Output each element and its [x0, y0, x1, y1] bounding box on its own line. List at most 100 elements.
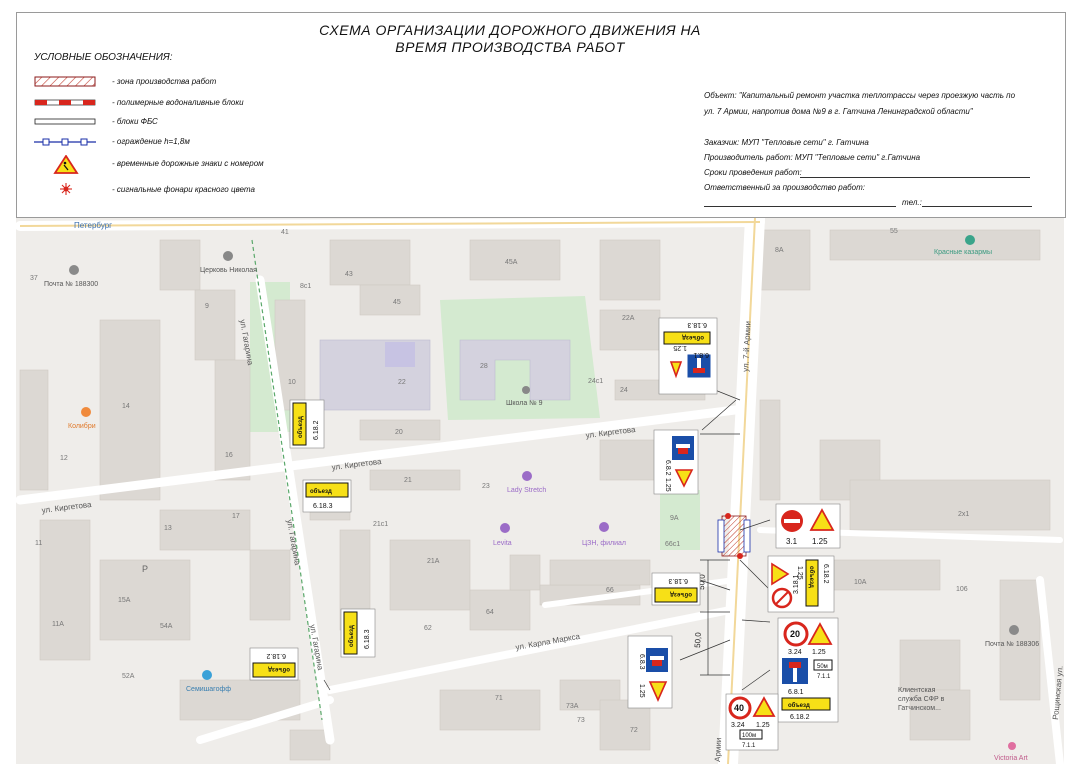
sign-50m: 50м [817, 664, 828, 670]
church-icon [223, 251, 233, 261]
house-number: 37 [30, 275, 38, 282]
house-number: 71 [495, 695, 503, 702]
house-number: 43 [345, 271, 353, 278]
city-peterburg: Петербург [74, 221, 112, 230]
poi-kazarmy: Красные казармы [934, 249, 992, 256]
customer-line: Заказчик: МУП "Тепловые сети" г. Гатчина [704, 138, 869, 147]
poi-sfr-3: Гатчинском... [898, 705, 941, 712]
red-lamp-icon [737, 553, 743, 559]
sign-panel-6-8-3: 6.8.3 1.25 [627, 635, 673, 709]
house-number: 8с1 [300, 283, 311, 290]
sign-6-18-3: 6.18.3 [364, 629, 371, 649]
roadworks-sign-icon [53, 155, 79, 174]
school-annex [385, 342, 415, 367]
house-number: 9А [670, 515, 679, 522]
title-line-1: СХЕМА ОРГАНИЗАЦИИ ДОРОЖНОГО ДВИЖЕНИЯ НА [319, 22, 701, 38]
house-number: 21 [404, 477, 412, 484]
sign-1-25: 1.25 [673, 344, 687, 351]
poi-levita: Levita [493, 540, 512, 547]
sign-1-25: 1.25 [756, 722, 770, 729]
sign-panel-3-24-20: 20 3.24 1.25 50м 7.1.1 6.8.1 объезд 6.18… [777, 617, 839, 723]
sign-panel-3-1: 3.1 1.25 [775, 503, 841, 549]
sign-6-18-2: 6.18.2 [313, 420, 320, 440]
semishagoff-icon [202, 670, 212, 680]
lady-stretch-icon [522, 471, 532, 481]
post-icon [69, 265, 79, 275]
map-canvas[interactable]: ул. 7-й Армии Армии ул. Киргетова ул. Ки… [16, 218, 1064, 764]
house-number: 22А [622, 315, 635, 322]
dim-50-2: 50,0 [693, 632, 703, 649]
object-line-1: Объект: "Капитальный ремонт участка тепл… [704, 91, 1016, 100]
object-line-2: ул. 7 Армии, напротив дома №9 в г. Гатчи… [704, 107, 973, 116]
sign-obezd-text: объезд [808, 566, 815, 588]
title-line-2: ВРЕМЯ ПРОИЗВОДСТВА РАБОТ [395, 39, 625, 55]
red-lamp-icon [725, 513, 731, 519]
sign-6-18-2: 6.18.2 [822, 564, 829, 584]
legend-item-signs: - временные дорожные знаки с номером [34, 155, 334, 175]
sign-6-8-1: 6.8.1 [693, 351, 709, 358]
sign-obezd-text: объезд [310, 488, 332, 495]
house-number: 10 [288, 379, 296, 386]
water-blocks-icon [34, 99, 96, 106]
legend-heading: УСЛОВНЫЕ ОБОЗНАЧЕНИЯ: [34, 52, 173, 63]
responsible-underline [704, 206, 896, 207]
sign-6-18-3: 6.18.3 [687, 321, 707, 328]
house-number: 17 [232, 513, 240, 520]
victoria-icon [1008, 742, 1016, 750]
house-number: 12 [60, 455, 68, 462]
legend-item-work-zone: - зона производства работ [34, 76, 334, 90]
sign-panel-3-18-1: 3.18.1 1.25 объезд 6.18.2 [767, 555, 835, 613]
sign-7-1-1: 7.1.1 [817, 674, 831, 680]
sign-6-18-2: 6.18.2 [790, 714, 810, 721]
fbs-block-icon [34, 118, 96, 125]
dates-underline [800, 177, 1030, 178]
house-number: 22 [398, 379, 406, 386]
house-number: 72 [630, 727, 638, 734]
poi-victoria: Victoria Art [994, 755, 1028, 762]
sign-3-24: 3.24 [788, 649, 802, 656]
phone-underline [922, 206, 1032, 207]
house-number: 54А [160, 623, 173, 630]
sign-6-18-3: 6.18.3 [668, 577, 688, 584]
house-number: 24 [620, 387, 628, 394]
sign-obezd-text: объезд [297, 416, 304, 438]
house-number: 66с1 [665, 541, 680, 548]
levita-icon [500, 523, 510, 533]
house-number: 55 [890, 228, 898, 235]
poi-school: Школа № 9 [506, 400, 543, 407]
poi-sfr-2: служба СФР в [898, 695, 945, 703]
house-number: 11А [52, 621, 64, 628]
house-number: 73 [577, 717, 585, 724]
sign-1-25: 1.25 [812, 649, 826, 656]
house-number: 45 [393, 299, 401, 306]
work-zone [717, 513, 751, 559]
house-number: 11 [35, 540, 42, 547]
sign-speed-20: 20 [790, 629, 800, 639]
sign-6-8-1: 6.8.1 [788, 689, 804, 696]
czn-icon [599, 522, 609, 532]
house-number: 20 [395, 429, 403, 436]
street-7-army-bottom: Армии [713, 737, 723, 762]
responsible-line: Ответственный за производство работ: [704, 183, 866, 192]
house-number: 15А [118, 597, 131, 604]
house-number: 21А [427, 558, 440, 565]
sign-1-25: 1.25 [638, 684, 645, 698]
sign-obezd-text: объезд [268, 666, 290, 673]
sign-6-18-3: 6.18.3 [313, 503, 333, 510]
dates-line: Сроки проведения работ: [704, 168, 802, 177]
house-number: 2х1 [958, 511, 969, 518]
page-title: СХЕМА ОРГАНИЗАЦИИ ДОРОЖНОГО ДВИЖЕНИЯ НА … [300, 22, 720, 56]
sign-6-8-2: 6.8.2 [664, 460, 671, 476]
house-number: 24с1 [588, 378, 603, 385]
sign-3-24: 3.24 [731, 722, 745, 729]
school-icon [522, 386, 530, 394]
legend-text: - блоки ФБС [112, 117, 158, 126]
house-number: 28 [480, 363, 488, 370]
sign-panel-6-8-2: 6.8.2 1.25 [653, 429, 699, 495]
contractor-line: Производитель работ: МУП "Тепловые сети"… [704, 153, 921, 162]
legend-text: - сигнальные фонари красного цвета [112, 185, 255, 194]
legend-text: - временные дорожные знаки с номером [112, 159, 264, 168]
house-number: 45А [505, 259, 518, 266]
sign-1-25: 1.25 [796, 566, 803, 580]
poi-post-2: Почта № 188306 [985, 641, 1039, 648]
